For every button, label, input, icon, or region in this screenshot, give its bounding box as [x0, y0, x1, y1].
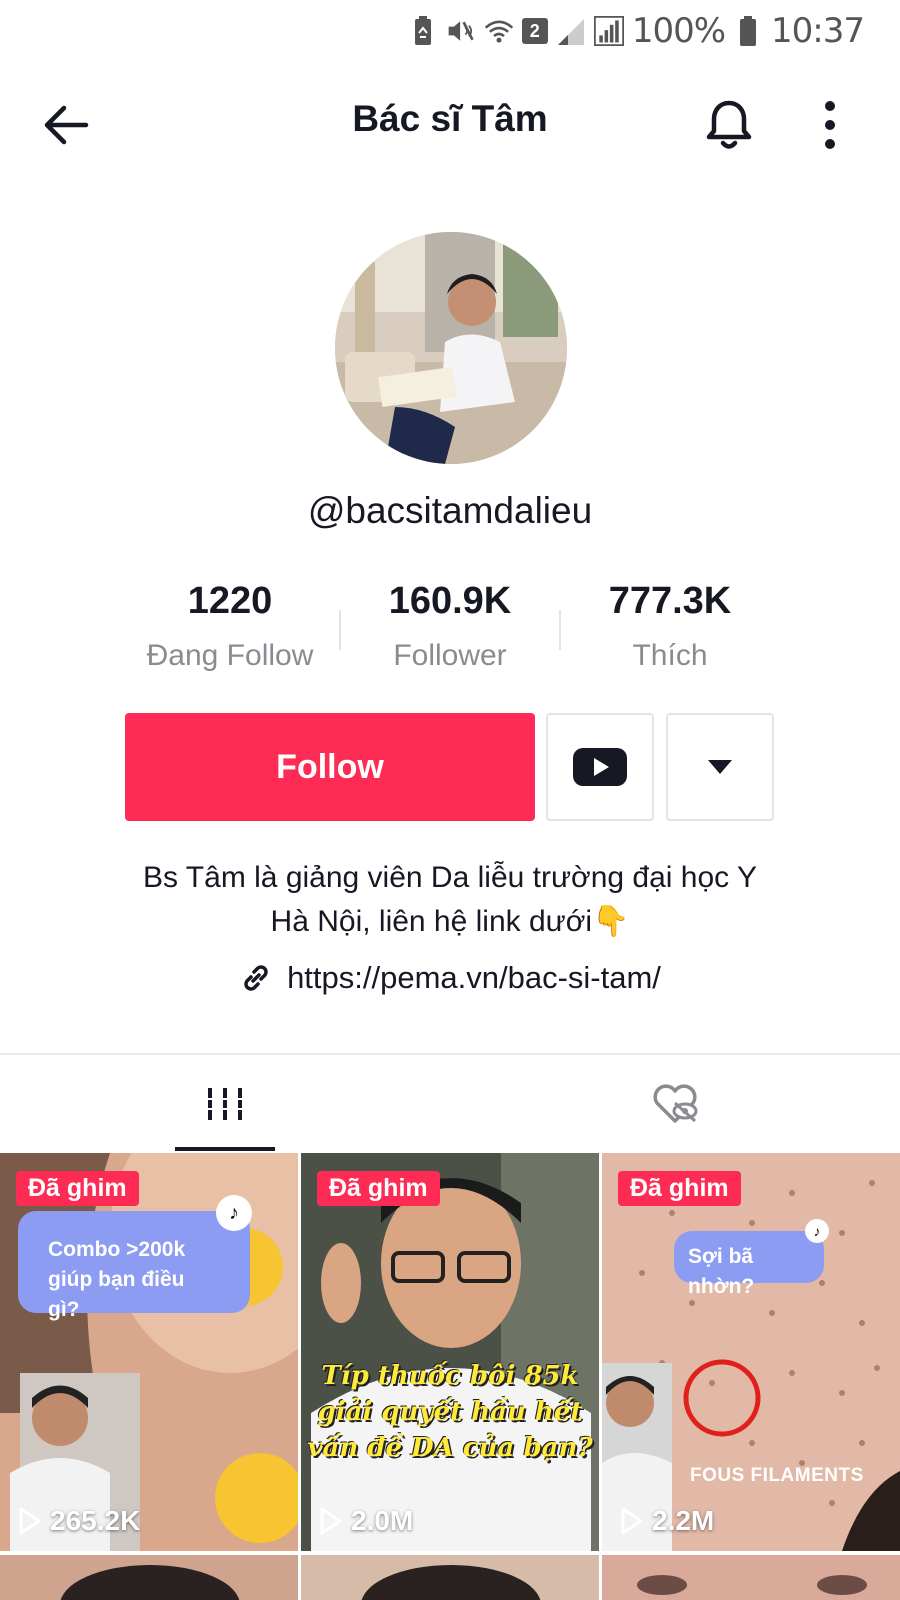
profile-photo-icon [335, 232, 567, 464]
profile-bio: Bs Tâm là giảng viên Da liễu trường đại … [80, 856, 820, 944]
pinned-badge: Đã ghim [317, 1171, 440, 1206]
video-tile[interactable]: Sợi bã nhờn? ♪ FOUS FILAMENTS Đã ghim 2.… [602, 1153, 900, 1551]
view-count-value: 265.2K [50, 1505, 141, 1536]
likes-stat[interactable]: 777.3K Thích [560, 580, 780, 673]
avatar[interactable] [335, 232, 567, 464]
top-nav: Bác sĩ Tâm [0, 62, 900, 188]
tab-liked[interactable] [450, 1055, 900, 1152]
mute-vibrate-icon [446, 14, 476, 48]
video-thumbnail-icon [60, 1565, 240, 1600]
play-icon [320, 1507, 342, 1535]
bell-icon [706, 100, 752, 149]
grid-icon [205, 1087, 245, 1120]
signal-full-icon [593, 14, 624, 48]
caret-down-icon [708, 760, 732, 774]
content-tabs [0, 1053, 900, 1152]
bio-line: Bs Tâm là giảng viên Da liễu trường đại … [143, 861, 757, 894]
video-tile[interactable]: Combo >200k giúp bạn điều gì? ♪ Đã ghim … [0, 1153, 298, 1551]
play-icon [621, 1507, 643, 1535]
video-overlay-label: FOUS FILAMENTS [690, 1465, 864, 1486]
view-count: 2.0M [319, 1505, 413, 1537]
link-icon [244, 965, 268, 991]
view-count: 2.2M [620, 1505, 714, 1537]
battery-icon [733, 14, 763, 48]
likes-count: 777.3K [608, 580, 732, 622]
video-thumbnail-icon [301, 1153, 599, 1551]
liked-hidden-icon [653, 1083, 698, 1123]
video-tile[interactable] [301, 1555, 599, 1600]
battery-percent: 100% [631, 11, 726, 51]
wifi-icon [484, 14, 514, 48]
tiktok-logo-icon: ♪ [805, 1219, 829, 1243]
link-url: https://pema.vn/bac-si-tam/ [287, 960, 661, 995]
more-vertical-icon [825, 101, 835, 149]
following-count: 1220 [187, 580, 273, 622]
profile-link[interactable]: https://pema.vn/bac-si-tam/ [0, 960, 900, 996]
username: @bacsitamdalieu [307, 490, 593, 531]
notification-button[interactable] [700, 96, 758, 154]
video-text-bubble: Sợi bã nhờn? [674, 1231, 824, 1298]
video-grid: Combo >200k giúp bạn điều gì? ♪ Đã ghim … [0, 1153, 900, 1600]
followers-count: 160.9K [388, 580, 512, 622]
video-caption: Típ thuốc bôi 85k giải quyết hầu hết vấn… [307, 1361, 593, 1463]
signal-weak-icon [556, 14, 586, 48]
status-bar: 2 100% 10:37 [0, 0, 900, 62]
more-options-button[interactable] [808, 96, 852, 154]
sim-badge: 2 [521, 18, 548, 44]
active-tab-indicator [175, 1147, 275, 1151]
followers-label: Follower [393, 639, 507, 672]
squinting-tongue-emoji-icon [215, 1453, 298, 1543]
pinned-badge: Đã ghim [618, 1171, 741, 1206]
bio-line: Hà Nội, liên hệ link dưới👇 [270, 905, 630, 938]
following-label: Đang Follow [146, 639, 314, 672]
youtube-button[interactable] [546, 713, 654, 821]
pinned-badge: Đã ghim [16, 1171, 139, 1206]
likes-label: Thích [632, 639, 708, 672]
video-tile[interactable]: Típ thuốc bôi 85k giải quyết hầu hết vấn… [301, 1153, 599, 1551]
video-tile[interactable] [602, 1555, 900, 1600]
suggested-accounts-dropdown[interactable] [666, 713, 774, 821]
profile-stats: 1220 Đang Follow 160.9K Follower 777.3K … [120, 580, 780, 690]
page-title: Bác sĩ Tâm [352, 98, 548, 139]
youtube-icon [573, 748, 627, 786]
video-thumbnail-icon [637, 1575, 867, 1595]
follow-button[interactable]: Follow [125, 713, 535, 821]
view-count: 265.2K [18, 1505, 140, 1537]
followers-stat[interactable]: 160.9K Follower [340, 580, 560, 673]
following-stat[interactable]: 1220 Đang Follow [120, 580, 340, 673]
view-count-value: 2.0M [351, 1505, 414, 1536]
tiktok-logo-icon: ♪ [216, 1195, 252, 1231]
view-count-value: 2.2M [652, 1505, 715, 1536]
clock: 10:37 [771, 11, 865, 51]
tab-videos[interactable] [0, 1055, 450, 1152]
video-text-bubble: Combo >200k giúp bạn điều gì? [18, 1211, 250, 1321]
recycle-icon [408, 14, 438, 48]
video-tile[interactable] [0, 1555, 298, 1600]
video-thumbnail-icon [602, 1153, 900, 1551]
play-icon [19, 1507, 41, 1535]
video-thumbnail-icon [361, 1565, 541, 1600]
